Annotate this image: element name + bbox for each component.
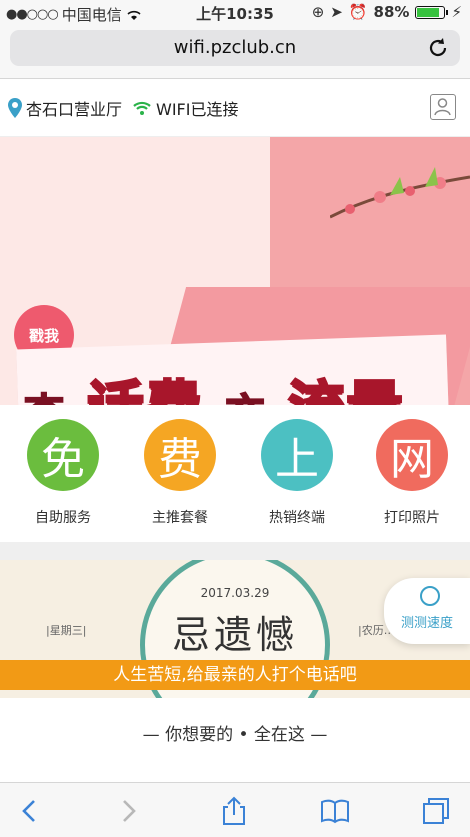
service-label: 自助服务	[35, 510, 91, 526]
lock-rotation-icon: ⊕	[311, 3, 325, 21]
service-plans[interactable]: 费 主推套餐	[125, 419, 235, 527]
back-icon[interactable]	[14, 795, 46, 827]
speed-gauge-icon	[420, 586, 440, 606]
banner-title-part: 充	[224, 381, 267, 405]
promo-banner[interactable]: 戳我 查 话费 充 流量	[0, 137, 470, 405]
wifi-status: WIFI已连接	[156, 100, 239, 119]
tabs-icon[interactable]	[420, 795, 452, 827]
charging-icon: ⚡	[451, 3, 462, 21]
user-profile-icon[interactable]	[430, 94, 456, 120]
location-arrow-icon: ➤	[330, 3, 343, 21]
browser-toolbar	[0, 782, 470, 837]
service-devices[interactable]: 上 热销终端	[242, 419, 352, 527]
battery-percent: 88%	[373, 3, 410, 21]
service-photo-print[interactable]: 网 打印照片	[357, 419, 467, 527]
status-bar: ●●○○○ 中国电信 上午10:35 ⊕ ➤ ⏰ 88% ⚡	[0, 0, 470, 26]
share-icon[interactable]	[218, 795, 250, 827]
location-pin-icon	[8, 98, 22, 118]
speed-test-label: 测测速度	[400, 616, 453, 631]
quote-weekday: |星期三|	[46, 624, 87, 637]
service-grid: 免 自助服务 费 主推套餐 上 热销终端 网 打印照片	[0, 405, 470, 541]
url-text: wifi.pzclub.cn	[173, 37, 297, 58]
reload-icon[interactable]	[426, 36, 450, 60]
bookmarks-icon[interactable]	[319, 795, 351, 827]
service-icon: 网	[376, 419, 448, 491]
banner-title-part: 流量	[287, 363, 405, 406]
forward-icon[interactable]	[112, 795, 144, 827]
service-icon: 费	[144, 419, 216, 491]
browser-address-area: wifi.pzclub.cn	[0, 26, 470, 79]
address-bar[interactable]: wifi.pzclub.cn	[10, 30, 460, 66]
banner-title: 查 话费 充 流量	[23, 363, 405, 406]
service-label: 打印照片	[384, 510, 440, 526]
service-icon: 免	[27, 419, 99, 491]
quote-message: 人生苦短,给最亲的人打个电话吧	[0, 660, 470, 690]
wifi-icon	[133, 101, 151, 115]
banner-title-part: 话费	[86, 363, 204, 406]
service-self-help[interactable]: 免 自助服务	[8, 419, 118, 527]
section-divider	[0, 542, 470, 560]
service-label: 主推套餐	[152, 510, 208, 526]
battery-icon	[415, 5, 449, 19]
blossom-branch-icon	[330, 167, 470, 219]
alarm-icon: ⏰	[348, 3, 368, 21]
section-tagline: — 你想要的 • 全在这 —	[142, 725, 328, 745]
store-name: 杏石口营业厅	[26, 100, 123, 119]
location-header: 杏石口营业厅 WIFI已连接	[0, 80, 470, 137]
banner-title-part: 查	[23, 381, 66, 405]
speed-test-button[interactable]: 测测速度	[384, 578, 470, 644]
service-label: 热销终端	[269, 510, 325, 526]
service-icon: 上	[261, 419, 333, 491]
